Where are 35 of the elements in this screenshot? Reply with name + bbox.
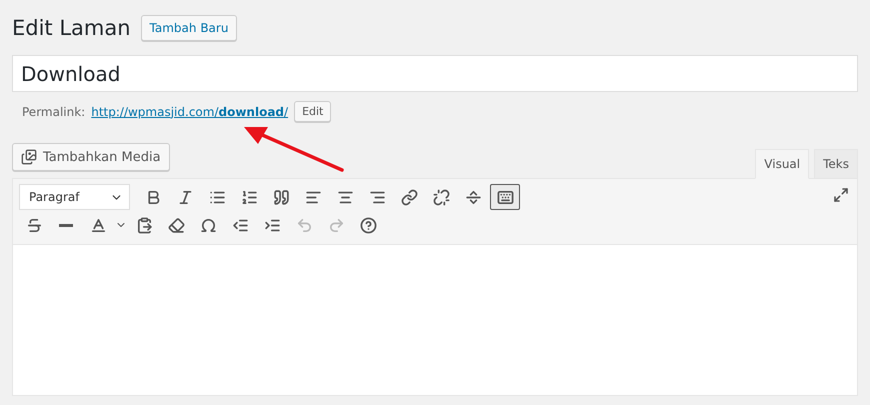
redo-icon xyxy=(328,216,344,234)
bullet-list-icon xyxy=(208,188,226,206)
help-icon xyxy=(360,216,376,234)
align-right-icon xyxy=(368,188,386,206)
page-title: Edit Laman xyxy=(12,16,131,40)
paste-icon xyxy=(136,216,152,234)
expand-icon xyxy=(833,187,849,203)
align-left-icon xyxy=(304,188,322,206)
permalink-label: Permalink: xyxy=(22,104,86,118)
numbered-list-icon xyxy=(240,188,258,206)
keyboard-icon xyxy=(496,188,514,206)
strikethrough-icon xyxy=(26,216,42,234)
eraser-icon xyxy=(168,216,184,234)
italic-icon xyxy=(176,188,194,206)
text-color-icon xyxy=(90,216,106,234)
title-field[interactable]: Download xyxy=(12,55,858,92)
separator-icon xyxy=(464,188,482,206)
permalink-link[interactable]: http://wpmasjid.com/download/ xyxy=(91,104,288,118)
link-icon xyxy=(400,188,418,206)
quote-icon xyxy=(272,188,290,206)
add-new-button[interactable]: Tambah Baru xyxy=(140,15,238,41)
unlink-icon xyxy=(432,188,450,206)
fullscreen-button[interactable] xyxy=(831,185,851,205)
undo-icon xyxy=(296,216,312,234)
editor-tab[interactable]: Teks xyxy=(814,149,858,179)
outdent-icon xyxy=(232,216,248,234)
media-icon xyxy=(21,149,37,165)
indent-icon xyxy=(264,216,280,234)
format-dropdown[interactable]: Paragraf xyxy=(19,184,130,210)
edit-button[interactable]: Edit xyxy=(294,101,332,122)
keyboard-button[interactable] xyxy=(490,184,520,210)
add-media-button[interactable]: Tambahkan Media xyxy=(12,143,170,171)
editor-tab[interactable]: Visual xyxy=(755,149,810,179)
align-center-icon xyxy=(336,188,354,206)
omega-icon xyxy=(200,216,216,234)
